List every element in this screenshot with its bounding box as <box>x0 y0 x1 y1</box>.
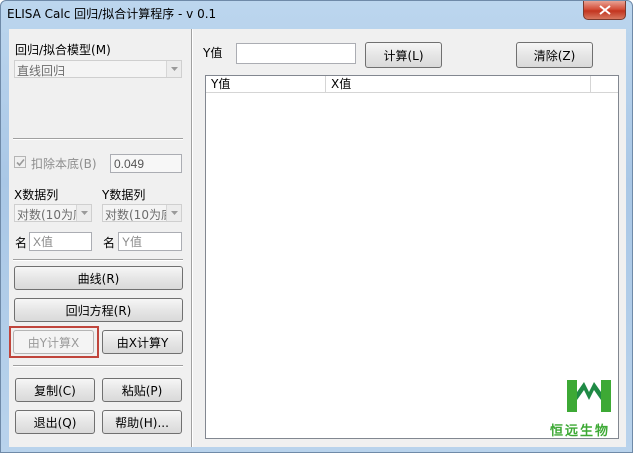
calc-x-from-y-button[interactable]: 由Y计算X <box>13 330 94 354</box>
y-transform-dropdown[interactable]: 对数(10为底 <box>102 204 182 222</box>
chevron-down-icon <box>166 205 181 221</box>
y-value-input[interactable] <box>236 43 356 64</box>
x-name-label: 名 <box>15 236 28 250</box>
x-series-label: X数据列 <box>14 188 59 202</box>
curve-button[interactable]: 曲线(R) <box>14 266 183 290</box>
copy-button[interactable]: 复制(C) <box>15 378 95 402</box>
y-series-label: Y数据列 <box>102 188 146 202</box>
title-bar[interactable]: ELISA Calc 回归/拟合计算程序 - v 0.1 <box>1 1 632 25</box>
divider <box>13 259 183 261</box>
close-button[interactable] <box>583 1 626 20</box>
y-value-label: Y值 <box>203 46 223 60</box>
chevron-down-icon <box>76 205 91 221</box>
company-logo: 恒远生物 <box>550 378 630 440</box>
y-name-field[interactable] <box>118 232 182 251</box>
calc-y-from-x-button[interactable]: 由X计算Y <box>102 330 183 354</box>
window-title: ELISA Calc 回归/拟合计算程序 - v 0.1 <box>7 7 217 21</box>
regression-equation-button[interactable]: 回归方程(R) <box>14 298 183 322</box>
x-name-field[interactable] <box>29 232 92 251</box>
app-window: ELISA Calc 回归/拟合计算程序 - v 0.1 回归/拟合模型(M) … <box>0 0 633 453</box>
client-area: 回归/拟合模型(M) 直线回归 扣除本底(B) X数据列 Y数据列 对数(10为… <box>9 29 626 447</box>
chevron-down-icon <box>166 61 181 77</box>
subtract-background-label: 扣除本底(B) <box>31 157 97 171</box>
y-transform-value: 对数(10为底 <box>105 208 167 222</box>
panel-separator <box>191 29 193 447</box>
clear-button[interactable]: 清除(Z) <box>516 42 593 68</box>
column-header-y[interactable]: Y值 <box>206 76 326 93</box>
exit-button[interactable]: 退出(Q) <box>15 410 95 434</box>
x-transform-dropdown[interactable]: 对数(10为底 <box>14 204 92 222</box>
close-icon <box>599 5 611 15</box>
column-header-filler <box>591 76 618 93</box>
background-value-field[interactable] <box>110 154 182 173</box>
paste-button[interactable]: 粘贴(P) <box>102 378 182 402</box>
model-dropdown[interactable]: 直线回归 <box>14 60 182 78</box>
logo-text: 恒远生物 <box>550 424 611 439</box>
calculate-button[interactable]: 计算(L) <box>365 42 442 68</box>
subtract-background-checkbox[interactable] <box>14 156 26 168</box>
model-label: 回归/拟合模型(M) <box>15 43 111 57</box>
help-button[interactable]: 帮助(H)... <box>102 410 182 434</box>
column-header-x[interactable]: X值 <box>326 76 591 93</box>
y-name-label: 名 <box>103 236 116 250</box>
divider <box>13 138 183 140</box>
logo-mark-icon <box>567 380 611 412</box>
table-header: Y值 X值 <box>206 76 618 93</box>
model-dropdown-value: 直线回归 <box>17 64 66 78</box>
x-transform-value: 对数(10为底 <box>17 208 77 222</box>
divider <box>13 365 183 367</box>
checkmark-icon <box>16 158 25 167</box>
